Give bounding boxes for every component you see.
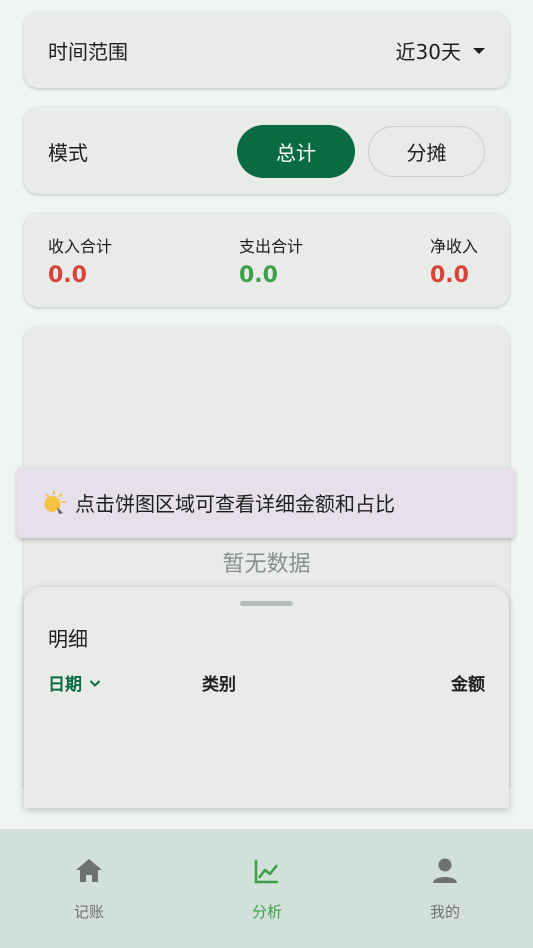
category-header[interactable]: 类别	[202, 670, 236, 695]
summary-card: 收入合计 0.0 支出合计 0.0 净收入 0.0	[24, 213, 509, 307]
nav-item-analysis[interactable]: 分析	[178, 829, 356, 948]
income-label: 收入合计	[48, 237, 113, 256]
nav-label-me: 我的	[429, 903, 460, 921]
mode-total-button[interactable]: 总计	[237, 125, 355, 178]
net-label: 净收入	[430, 237, 479, 256]
income-summary: 收入合计 0.0	[48, 233, 112, 288]
caret-down-icon	[473, 48, 485, 54]
drag-handle[interactable]	[240, 601, 293, 606]
home-icon	[76, 859, 102, 882]
time-range-value: 近30天	[395, 39, 461, 64]
time-range-card: 时间范围 近30天	[24, 12, 509, 88]
mode-split-button[interactable]: 分摊	[368, 126, 485, 177]
tip-banner: 点击饼图区域可查看详细金额和占比	[17, 467, 515, 538]
chart-icon	[254, 860, 279, 884]
time-range-label: 时间范围	[48, 39, 128, 64]
mode-card: 模式 总计 分摊	[24, 107, 509, 194]
person-icon	[433, 858, 457, 883]
nav-label-bookkeeping: 记账	[73, 903, 104, 921]
mode-label: 模式	[48, 141, 88, 165]
nav-label-analysis: 分析	[251, 903, 282, 921]
nav-item-bookkeeping[interactable]: 记账	[0, 829, 178, 948]
sort-date-header[interactable]: 日期	[48, 670, 102, 695]
chevron-down-icon	[89, 679, 101, 687]
income-value: 0.0	[48, 263, 87, 288]
net-summary: 净收入 0.0	[430, 233, 478, 288]
expense-summary: 支出合计 0.0	[239, 233, 303, 288]
details-title: 明细	[48, 627, 88, 651]
net-value: 0.0	[430, 263, 469, 288]
amount-header[interactable]: 金额	[451, 670, 485, 695]
bottom-nav: 记账 分析 我的	[0, 829, 533, 948]
date-header-label: 日期	[48, 675, 82, 695]
bulb-icon	[44, 490, 66, 514]
expense-value: 0.0	[239, 263, 278, 288]
details-sheet[interactable]: 明细 日期 类别 金额	[24, 587, 509, 808]
nav-item-me[interactable]: 我的	[356, 829, 533, 948]
tip-text: 点击饼图区域可查看详细金额和占比	[75, 492, 395, 516]
expense-label: 支出合计	[239, 237, 304, 256]
no-data-text: 暂无数据	[222, 552, 311, 577]
time-range-dropdown[interactable]: 近30天	[396, 36, 485, 65]
